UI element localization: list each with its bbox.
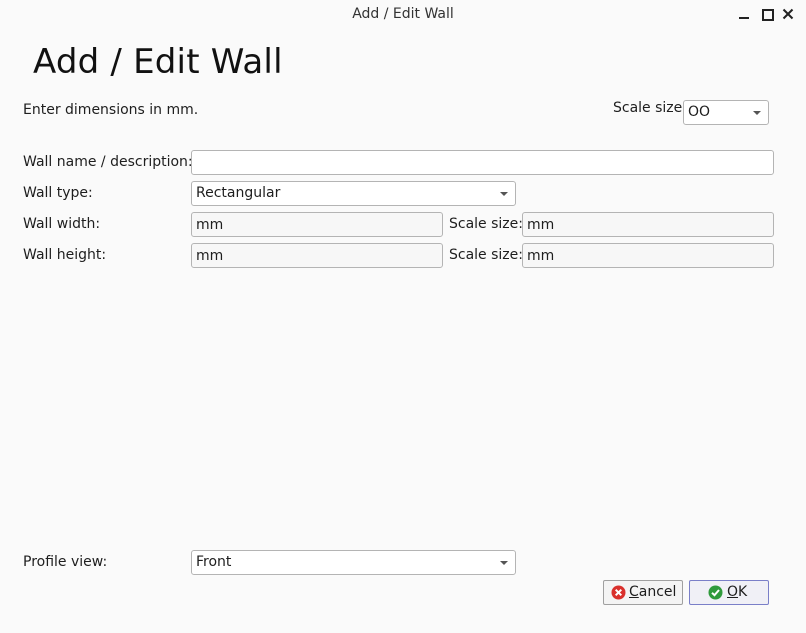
wall-name-input[interactable] [191, 150, 774, 175]
scale-size-value: OO [688, 104, 711, 120]
profile-view-label: Profile view: [23, 554, 108, 570]
cancel-button-label: Cancel [629, 584, 677, 600]
cancel-button[interactable]: Cancel [603, 580, 683, 605]
chevron-down-icon [500, 192, 508, 196]
profile-view-value: Front [196, 554, 232, 570]
ok-check-icon [708, 585, 723, 600]
chevron-down-icon [753, 111, 761, 115]
close-icon[interactable] [782, 8, 794, 20]
window-title: Add / Edit Wall [352, 6, 454, 22]
dimensions-hint: Enter dimensions in mm. [23, 102, 199, 118]
ok-button[interactable]: OK [689, 580, 769, 605]
ok-button-label: OK [727, 584, 748, 600]
height-scale-size-input[interactable] [522, 243, 774, 268]
wall-type-value: Rectangular [196, 185, 281, 201]
height-scale-size-label: Scale size: [449, 247, 523, 263]
wall-height-label: Wall height: [23, 247, 107, 263]
add-edit-wall-dialog: Add / Edit Wall Add / Edit Wall Enter di… [0, 0, 806, 633]
wall-width-label: Wall width: [23, 216, 101, 232]
wall-height-input[interactable] [191, 243, 443, 268]
wall-width-input[interactable] [191, 212, 443, 237]
cancel-icon [611, 585, 626, 600]
width-scale-size-input[interactable] [522, 212, 774, 237]
scale-size-select[interactable]: OO [683, 100, 769, 125]
minimize-icon[interactable] [738, 8, 750, 20]
wall-name-label: Wall name / description: [23, 154, 193, 170]
wall-type-label: Wall type: [23, 185, 93, 201]
page-title: Add / Edit Wall [33, 42, 283, 82]
maximize-icon[interactable] [761, 8, 774, 21]
title-bar: Add / Edit Wall [0, 0, 806, 30]
wall-type-select[interactable]: Rectangular [191, 181, 516, 206]
chevron-down-icon [500, 561, 508, 565]
scale-size-label: Scale size [613, 100, 683, 116]
profile-view-select[interactable]: Front [191, 550, 516, 575]
width-scale-size-label: Scale size: [449, 216, 523, 232]
